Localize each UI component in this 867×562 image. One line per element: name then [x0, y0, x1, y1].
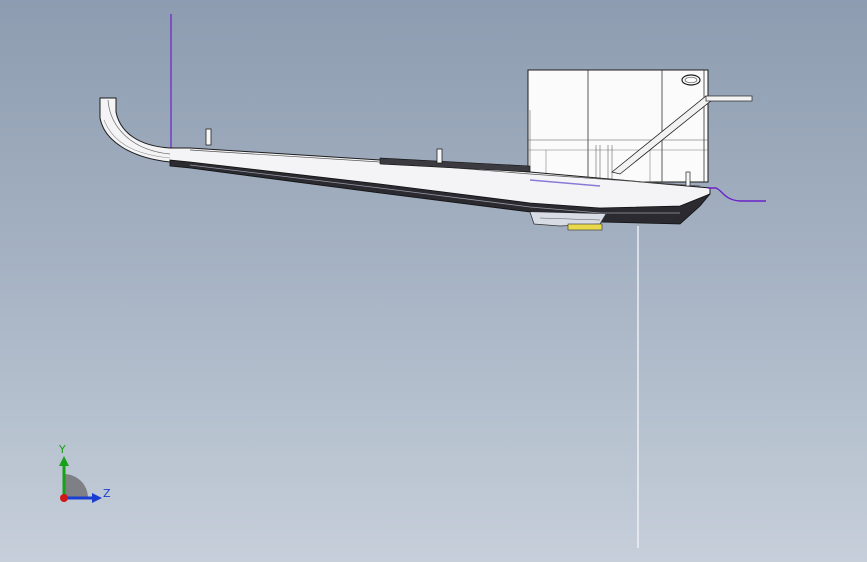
deck-post — [685, 171, 691, 187]
model-view[interactable] — [0, 0, 867, 562]
coordinate-triad[interactable]: Y Z — [48, 440, 118, 510]
x-axis-dot — [60, 494, 68, 502]
y-axis-label: Y — [59, 443, 66, 456]
deck-post — [205, 128, 212, 146]
graphics-viewport[interactable]: Y Z — [0, 0, 867, 562]
z-axis-label: Z — [103, 487, 111, 500]
deck-post — [436, 148, 443, 164]
underside-fitting[interactable] — [529, 211, 607, 231]
sketch-stern-line — [708, 187, 766, 202]
cabin[interactable] — [527, 69, 753, 183]
